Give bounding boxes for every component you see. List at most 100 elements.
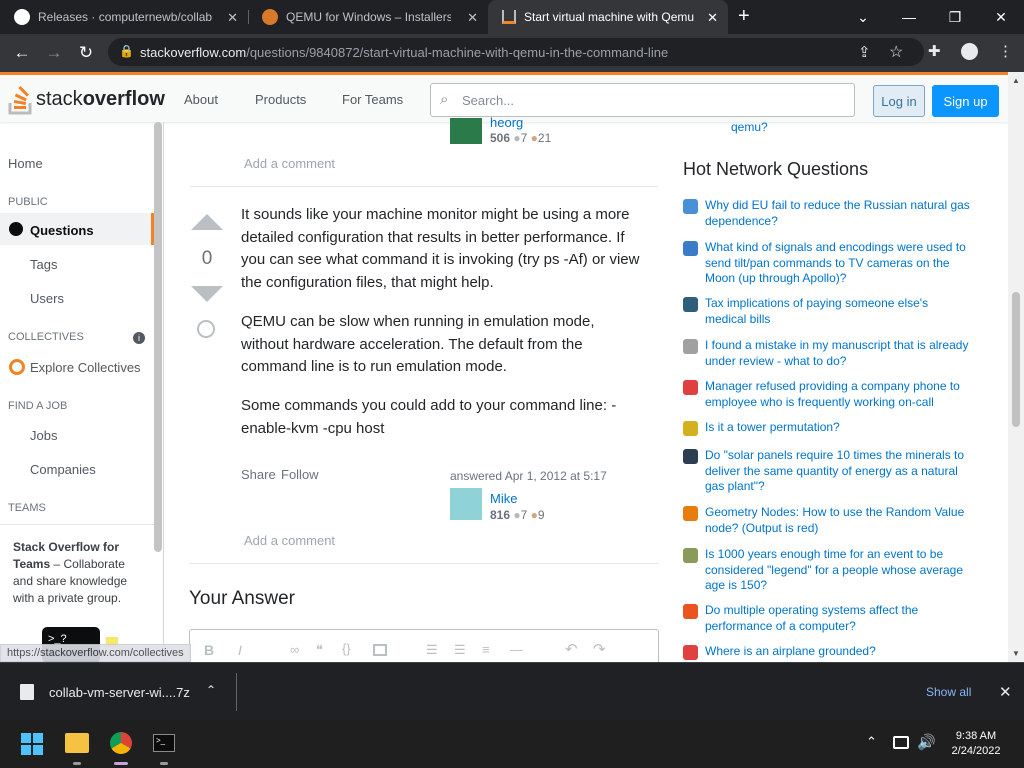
upvote-button[interactable] bbox=[191, 214, 223, 230]
profile-icon[interactable] bbox=[961, 43, 978, 60]
close-icon[interactable]: ✕ bbox=[999, 683, 1012, 701]
image-icon[interactable] bbox=[373, 644, 387, 656]
network-icon[interactable] bbox=[893, 736, 909, 749]
hnq-link[interactable]: Tax implications of paying someone else'… bbox=[705, 296, 970, 327]
file-explorer-icon[interactable] bbox=[65, 733, 89, 753]
signup-button[interactable]: Sign up bbox=[932, 85, 999, 117]
vote-count: 0 bbox=[201, 248, 213, 269]
sidebar-item-questions[interactable]: Questions bbox=[0, 213, 154, 245]
italic-icon[interactable]: I bbox=[238, 642, 242, 658]
sidebar-scrollbar[interactable] bbox=[154, 122, 162, 552]
sidebar-item-jobs[interactable]: Jobs bbox=[30, 428, 57, 443]
tab-releases[interactable]: Releases · computernewb/collab ✕ bbox=[0, 0, 248, 34]
browser-tab-bar: Releases · computernewb/collab ✕ QEMU fo… bbox=[0, 0, 1024, 34]
bullet-list-icon[interactable]: ☰ bbox=[454, 642, 466, 658]
tab-stackoverflow[interactable]: Start virtual machine with Qemu ✕ bbox=[488, 0, 728, 34]
puzzling-icon bbox=[683, 421, 698, 436]
tray-overflow-icon[interactable]: ⌃ bbox=[866, 734, 877, 750]
worldbuilding-icon bbox=[683, 548, 698, 563]
close-tab-icon[interactable]: ✕ bbox=[467, 10, 478, 26]
forward-icon[interactable]: → bbox=[43, 42, 65, 64]
search-icon: ⌕ bbox=[440, 91, 449, 108]
new-tab-icon[interactable]: + bbox=[738, 5, 750, 28]
undo-icon[interactable]: ↶ bbox=[565, 640, 578, 658]
hnq-link[interactable]: Do "solar panels require 10 times the mi… bbox=[705, 448, 970, 495]
bookmark-star-icon[interactable]: ☆ bbox=[889, 42, 903, 62]
scroll-down-icon[interactable]: ▼ bbox=[1012, 649, 1020, 658]
chevron-up-icon[interactable]: ⌃ bbox=[206, 683, 216, 697]
so-logo[interactable] bbox=[8, 85, 34, 120]
tab-search-icon[interactable]: ⌄ bbox=[840, 0, 886, 34]
login-button[interactable]: Log in bbox=[873, 85, 925, 117]
info-icon[interactable]: i bbox=[133, 332, 145, 344]
so-wordmark[interactable]: stackoverflow bbox=[36, 88, 165, 111]
redo-icon[interactable]: ↷ bbox=[593, 640, 606, 658]
hnq-link[interactable]: Do multiple operating systems affect the… bbox=[705, 603, 970, 634]
scroll-up-icon[interactable]: ▲ bbox=[1012, 76, 1020, 85]
windows-start-icon[interactable] bbox=[21, 733, 43, 755]
close-window-icon[interactable]: ✕ bbox=[978, 0, 1024, 34]
nav-for-teams[interactable]: For Teams bbox=[342, 92, 403, 107]
avatar-heorg[interactable] bbox=[450, 118, 482, 144]
restore-icon[interactable]: ❐ bbox=[932, 0, 978, 34]
askubuntu-icon bbox=[683, 604, 698, 619]
sidebar-item-tags[interactable]: Tags bbox=[30, 257, 57, 272]
search-input[interactable]: ⌕ Search... bbox=[430, 83, 855, 117]
code-icon[interactable]: {} bbox=[342, 641, 351, 656]
your-answer-heading: Your Answer bbox=[189, 588, 295, 609]
chrome-icon[interactable] bbox=[110, 732, 132, 754]
hnq-link[interactable]: Manager refused providing a company phon… bbox=[705, 379, 970, 410]
back-icon[interactable]: ← bbox=[11, 42, 33, 64]
sidebar-item-explore-collectives[interactable]: Explore Collectives bbox=[30, 360, 141, 375]
share-link[interactable]: Share bbox=[241, 467, 276, 482]
sidebar-item-users[interactable]: Users bbox=[30, 291, 64, 306]
windows-taskbar: >_ ⌃ 🔊 9:38 AM 2/24/2022 bbox=[0, 720, 1024, 768]
bold-icon[interactable]: B bbox=[204, 642, 214, 658]
url-text[interactable]: stackoverflow.com/questions/9840872/star… bbox=[140, 45, 668, 60]
horizontal-rule-icon[interactable]: — bbox=[510, 642, 523, 657]
blender-icon bbox=[683, 506, 698, 521]
reload-icon[interactable]: ↻ bbox=[75, 42, 97, 64]
share-icon[interactable]: ⇪ bbox=[858, 43, 871, 61]
volume-icon[interactable]: 🔊 bbox=[917, 733, 936, 751]
sidebar-item-companies[interactable]: Companies bbox=[30, 462, 96, 477]
scrollbar-thumb[interactable] bbox=[1012, 292, 1020, 427]
heading-icon[interactable]: ≡ bbox=[482, 642, 490, 657]
history-icon[interactable] bbox=[197, 320, 215, 338]
avatar-mike[interactable] bbox=[450, 488, 482, 520]
hnq-link[interactable]: Where is an airplane grounded? bbox=[705, 644, 970, 660]
follow-link[interactable]: Follow bbox=[281, 467, 319, 482]
answer-editor-toolbar[interactable]: B I ∞ ❝ {} ☰ ☰ ≡ — ↶ ↷ bbox=[189, 629, 659, 662]
hnq-link[interactable]: Geometry Nodes: How to use the Random Va… bbox=[705, 505, 970, 536]
add-comment-link[interactable]: Add a comment bbox=[244, 156, 335, 171]
close-tab-icon[interactable]: ✕ bbox=[707, 10, 718, 26]
answer-paragraph: It sounds like your machine monitor migh… bbox=[241, 206, 640, 291]
add-comment-link[interactable]: Add a comment bbox=[244, 533, 335, 548]
page-scrollbar[interactable]: ▲ ▼ bbox=[1008, 72, 1024, 662]
hnq-link[interactable]: Is it a tower permutation? bbox=[705, 420, 970, 436]
clock[interactable]: 9:38 AM 2/24/2022 bbox=[946, 729, 1006, 759]
quote-icon[interactable]: ❝ bbox=[316, 642, 323, 658]
download-item[interactable]: collab-vm-server-wi....7z bbox=[49, 685, 190, 700]
minimize-icon[interactable]: — bbox=[886, 0, 932, 34]
numbered-list-icon[interactable]: ☰ bbox=[426, 642, 438, 658]
terminal-icon[interactable]: >_ bbox=[153, 734, 175, 752]
show-all-button[interactable]: Show all bbox=[926, 685, 971, 699]
hnq-link[interactable]: I found a mistake in my manuscript that … bbox=[705, 338, 970, 369]
file-icon bbox=[20, 684, 34, 700]
downvote-button[interactable] bbox=[191, 286, 223, 302]
hnq-link[interactable]: Is 1000 years enough time for an event t… bbox=[705, 547, 970, 594]
sidebar-item-home[interactable]: Home bbox=[8, 156, 43, 171]
link-icon[interactable]: ∞ bbox=[290, 642, 299, 657]
tab-qemu[interactable]: QEMU for Windows – Installers (6 ✕ bbox=[248, 0, 488, 34]
answer-paragraph: QEMU can be slow when running in emulati… bbox=[241, 313, 595, 375]
academia-icon bbox=[683, 339, 698, 354]
close-tab-icon[interactable]: ✕ bbox=[227, 10, 238, 26]
nav-products[interactable]: Products bbox=[255, 92, 306, 107]
hnq-link[interactable]: What kind of signals and encodings were … bbox=[705, 240, 970, 287]
menu-icon[interactable]: ⋮ bbox=[998, 42, 1013, 60]
nav-about[interactable]: About bbox=[184, 92, 218, 107]
hnq-link[interactable]: Why did EU fail to reduce the Russian na… bbox=[705, 198, 970, 229]
skeptics-icon bbox=[683, 449, 698, 464]
extensions-icon[interactable]: ✚ bbox=[928, 42, 941, 60]
